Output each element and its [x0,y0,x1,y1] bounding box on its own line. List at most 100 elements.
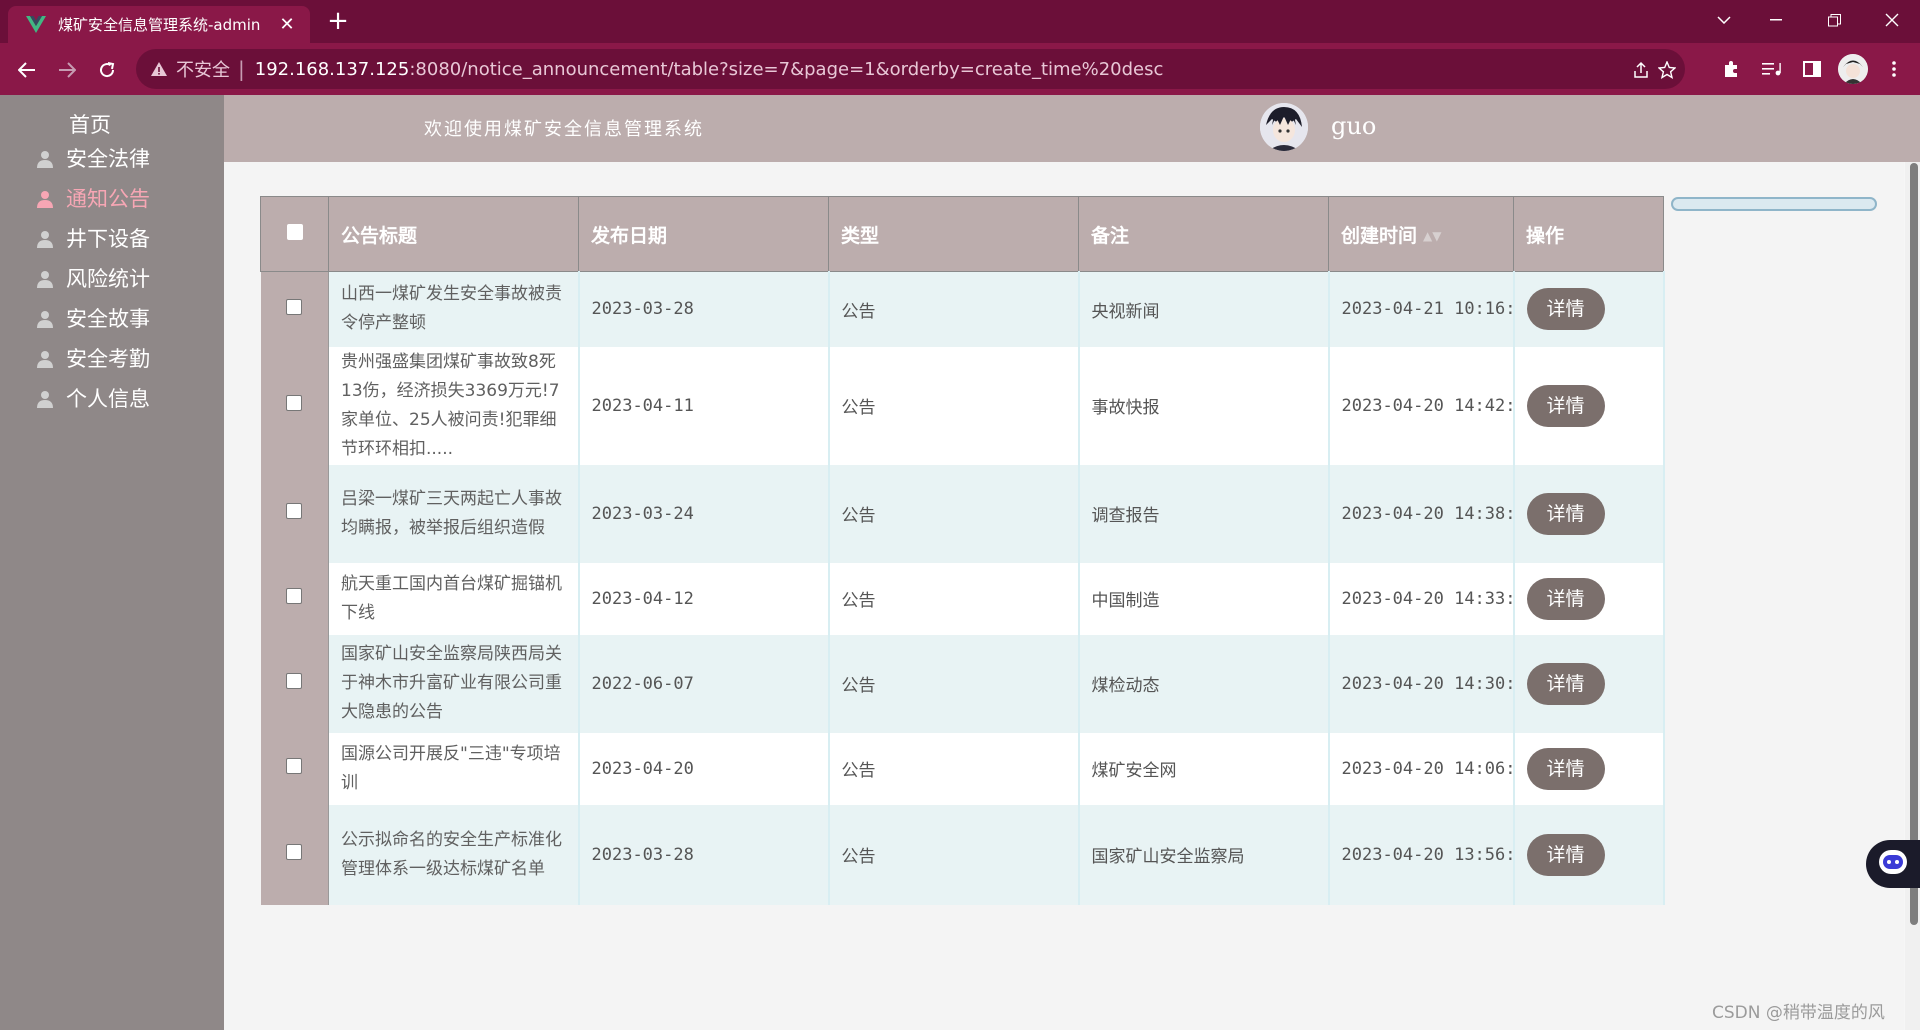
sort-icon[interactable]: ▲▼ [1423,229,1441,243]
browser-tab-strip: 煤矿安全信息管理系统-admin ✕ + [0,0,1920,43]
row-select-cell [260,634,329,733]
detail-button[interactable]: 详情 [1526,833,1605,876]
row-checkbox[interactable] [286,503,303,519]
media-control-icon[interactable] [1756,53,1788,85]
cell-note: 煤检动态 [1078,634,1330,733]
cell-type: 公告 [828,346,1080,465]
cell-actions: 详情 [1513,346,1665,465]
table-row[interactable]: 国源公司开展反"三违"专项培训 2023-04-20 公告 煤矿安全网 2023-04-… [260,732,1665,805]
cell-type: 公告 [828,634,1080,733]
row-checkbox[interactable] [286,673,303,689]
column-header-date: 发布日期 [578,196,829,272]
sidebar-item-label: 风险统计 [66,267,150,291]
row-checkbox[interactable] [286,298,303,315]
close-tab-icon[interactable]: ✕ [276,14,298,35]
sidebar-item-1[interactable]: 通知公告 [36,183,150,213]
share-icon[interactable] [1628,57,1654,83]
sidebar-item-3[interactable]: 风险统计 [36,263,150,293]
user-icon [36,309,54,328]
tab-search-icon[interactable] [1696,0,1752,40]
warning-icon[interactable] [150,60,168,78]
watermark: CSDN @稍带温度的风 [1712,1003,1885,1023]
assistant-float-button[interactable] [1866,840,1920,888]
detail-button[interactable]: 详情 [1526,577,1605,620]
browser-tab[interactable]: 煤矿安全信息管理系统-admin ✕ [8,6,310,43]
sidebar-item-5[interactable]: 安全考勤 [36,343,150,373]
cell-actions: 详情 [1513,732,1665,805]
table-header-row: 公告标题 发布日期 类型 备注 创建时间 ▲▼ 操作 [260,196,1664,272]
row-checkbox[interactable] [286,758,303,774]
forward-icon[interactable] [50,53,84,87]
row-select-cell [260,464,329,563]
cell-title: 航天重工国内首台煤矿掘锚机下线 [328,562,580,635]
side-panel-icon[interactable] [1796,53,1828,85]
robot-face-icon [1878,849,1908,879]
username[interactable]: guo [1331,112,1376,140]
row-checkbox[interactable] [286,844,303,860]
close-window-icon[interactable] [1864,0,1920,40]
back-icon[interactable] [10,53,44,87]
minimize-icon[interactable] [1748,0,1804,40]
cell-type: 公告 [828,271,1080,347]
scrollbar-thumb[interactable] [1910,163,1918,925]
sidebar-item-label: 安全法律 [66,147,150,171]
table-row[interactable]: 吕梁一煤矿三天两起亡人事故均瞒报，被举报后组织造假 2023-03-24 公告 调查报… [260,464,1665,563]
cell-title: 国源公司开展反"三违"专项培训 [328,732,580,805]
sidebar-item-4[interactable]: 安全故事 [36,303,150,333]
row-select-cell [260,732,329,805]
address-bar[interactable]: 不安全 | 192.168.137.125:8080/notice_announ… [136,49,1685,89]
url-separator: | [238,57,245,81]
row-select-cell [260,562,329,635]
extensions-icon[interactable] [1715,53,1747,85]
select-all-checkbox[interactable] [286,224,303,240]
avatar[interactable] [1260,103,1308,151]
detail-button[interactable]: 详情 [1526,662,1605,705]
sidebar-item-0[interactable]: 安全法律 [36,143,150,173]
cell-note: 事故快报 [1078,346,1330,465]
cell-title: 国家矿山安全监察局陕西局关于神木市升富矿业有限公司重大隐患的公告 [328,634,580,733]
cell-date: 2023-03-24 [578,464,830,563]
restore-icon[interactable] [1806,0,1862,40]
cell-title: 山西一煤矿发生安全事故被责令停产整顿 [328,271,580,347]
sidebar-item-6[interactable]: 个人信息 [36,383,150,413]
new-tab-button[interactable]: + [322,6,354,38]
browser-menu-icon[interactable] [1878,53,1910,85]
row-checkbox[interactable] [286,395,303,411]
url-text[interactable]: 192.168.137.125:8080/notice_announcement… [255,59,1164,80]
table-row[interactable]: 公示拟命名的安全生产标准化管理体系一级达标煤矿名单 2023-03-28 公告 国家矿… [260,804,1665,905]
cell-title: 贵州强盛集团煤矿事故致8死13伤，经济损失3369万元!7家单位、25人被问责!… [328,346,580,465]
detail-button[interactable]: 详情 [1526,492,1605,535]
table-row[interactable]: 贵州强盛集团煤矿事故致8死13伤，经济损失3369万元!7家单位、25人被问责!… [260,346,1665,465]
table-row[interactable]: 国家矿山安全监察局陕西局关于神木市升富矿业有限公司重大隐患的公告 2022-06-… [260,634,1665,733]
cell-date: 2023-03-28 [578,271,830,347]
sidebar-item-2[interactable]: 井下设备 [36,223,150,253]
column-header-note: 备注 [1078,196,1329,272]
profile-avatar-icon[interactable] [1838,54,1868,84]
column-header-created[interactable]: 创建时间 ▲▼ [1328,196,1514,272]
table-row[interactable]: 山西一煤矿发生安全事故被责令停产整顿 2023-03-28 公告 央视新闻 2023-0… [260,271,1665,347]
tab-title: 煤矿安全信息管理系统-admin [58,16,261,34]
cell-created: 2023-04-20 14:38: [1328,464,1515,563]
bookmark-star-icon[interactable] [1654,57,1680,83]
detail-button[interactable]: 详情 [1526,288,1605,331]
column-header-actions: 操作 [1513,196,1664,272]
reload-icon[interactable] [90,53,124,87]
cell-note: 央视新闻 [1078,271,1330,347]
sidebar: 首页 安全法律通知公告井下设备风险统计安全故事安全考勤个人信息 [0,95,224,1030]
cell-created: 2023-04-20 14:33: [1328,562,1515,635]
cell-actions: 详情 [1513,804,1665,905]
row-checkbox[interactable] [286,588,303,604]
detail-button[interactable]: 详情 [1526,747,1605,790]
cell-type: 公告 [828,804,1080,905]
vue-logo-icon [26,15,46,35]
progress-bar [1671,197,1877,211]
cell-actions: 详情 [1513,562,1665,635]
cell-date: 2023-03-28 [578,804,830,905]
cell-created: 2023-04-20 13:56: [1328,804,1515,905]
cell-note: 中国制造 [1078,562,1330,635]
sidebar-item-label: 安全故事 [66,307,150,331]
user-icon [36,269,54,288]
table-row[interactable]: 航天重工国内首台煤矿掘锚机下线 2023-04-12 公告 中国制造 2023-04-2… [260,562,1665,635]
detail-button[interactable]: 详情 [1526,384,1605,427]
sidebar-item-home[interactable]: 首页 [0,109,180,139]
